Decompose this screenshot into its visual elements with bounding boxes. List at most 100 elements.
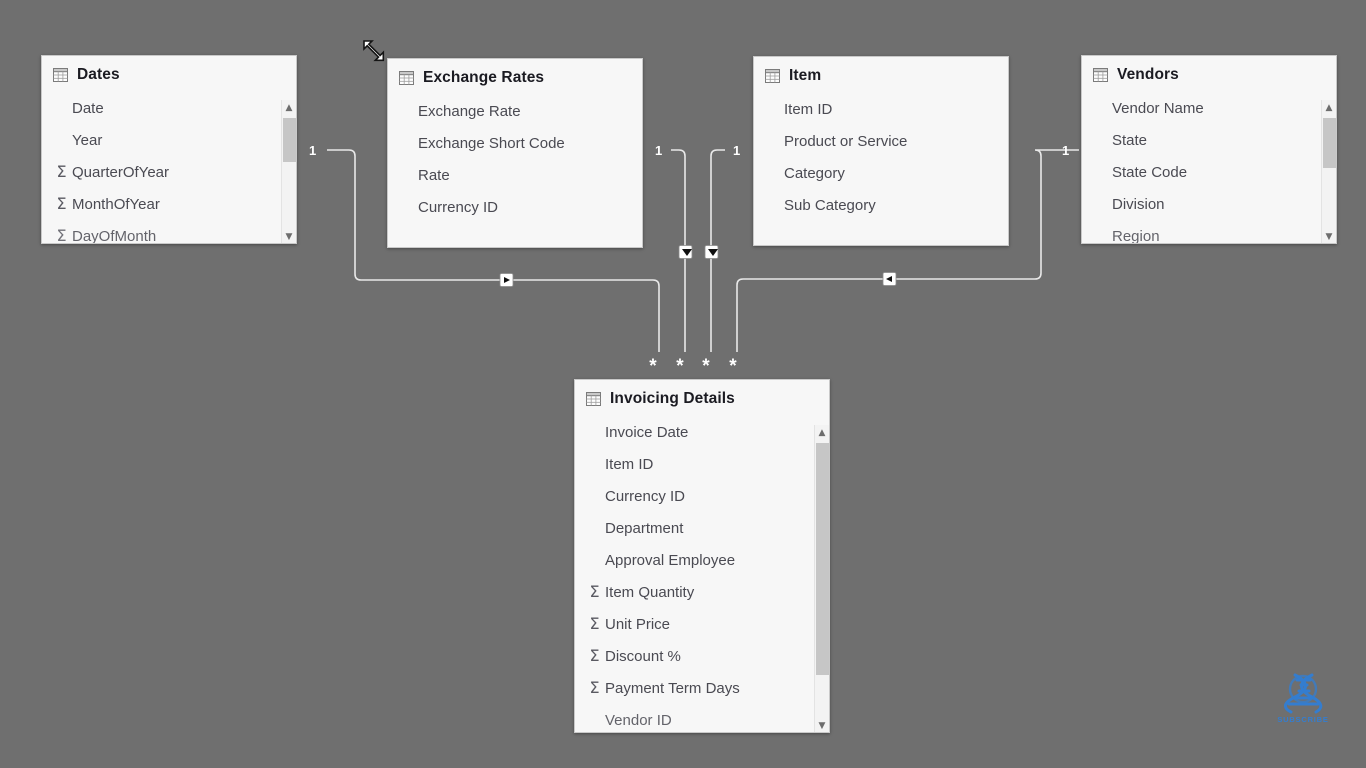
field-row[interactable]: Date <box>42 92 296 124</box>
scroll-up-icon[interactable]: ▲ <box>282 100 296 116</box>
field-row[interactable]: Σ Payment Term Days <box>575 672 829 704</box>
vertical-scrollbar-invoicing-details[interactable]: ▲ ▼ <box>814 425 829 732</box>
field-row[interactable]: Σ MonthOfYear <box>42 188 296 220</box>
table-header-item[interactable]: Item <box>754 57 1008 91</box>
table-header-invoicing-details[interactable]: Invoicing Details <box>575 380 829 414</box>
field-row[interactable]: Invoice Date <box>575 416 829 448</box>
sigma-icon: Σ <box>589 614 600 633</box>
table-card-invoicing-details[interactable]: Invoicing Details Invoice Date Item ID C… <box>574 379 830 733</box>
sigma-icon: Σ <box>589 582 600 601</box>
table-title-invoicing-details: Invoicing Details <box>610 390 735 407</box>
field-row[interactable]: Σ Discount % <box>575 640 829 672</box>
field-label: Product or Service <box>784 132 908 150</box>
table-header-exchange-rates[interactable]: Exchange Rates <box>388 59 642 93</box>
field-label: Department <box>605 519 684 537</box>
field-row[interactable]: Rate <box>388 159 642 191</box>
cardinality-one-vendors: 1 <box>1062 143 1069 158</box>
cardinality-many-vendors: * <box>729 356 737 377</box>
scroll-up-icon[interactable]: ▲ <box>815 425 829 441</box>
field-row[interactable]: Item ID <box>754 93 1008 125</box>
field-label: Exchange Short Code <box>418 134 565 152</box>
field-row[interactable]: Sub Category <box>754 189 1008 221</box>
field-row[interactable]: Approval Employee <box>575 544 829 576</box>
field-label: Approval Employee <box>605 551 736 569</box>
scroll-down-icon[interactable]: ▼ <box>282 229 296 243</box>
field-label: Sub Category <box>784 196 876 214</box>
field-row[interactable]: Exchange Short Code <box>388 127 642 159</box>
field-label: Category <box>784 164 845 182</box>
scrollbar-thumb[interactable] <box>1323 118 1336 168</box>
table-header-vendors[interactable]: Vendors <box>1082 56 1336 90</box>
scroll-up-icon[interactable]: ▲ <box>1322 100 1336 116</box>
field-label: Unit Price <box>605 615 671 633</box>
field-row[interactable]: Vendor ID <box>575 704 829 732</box>
field-row[interactable]: Vendor Name <box>1082 92 1336 124</box>
relationship-exchange-rates-to-invoicing[interactable] <box>671 149 693 352</box>
field-row[interactable]: Department <box>575 512 829 544</box>
cardinality-many-dates: * <box>649 356 657 377</box>
field-label: DayOfMonth <box>72 227 157 244</box>
field-row[interactable]: Σ Unit Price <box>575 608 829 640</box>
field-row[interactable]: Σ Item Quantity <box>575 576 829 608</box>
field-row[interactable]: Year <box>42 124 296 156</box>
vertical-scrollbar-dates[interactable]: ▲ ▼ <box>281 100 296 243</box>
field-list-item: Item ID Product or Service Category Sub … <box>754 91 1008 225</box>
field-label: Vendor Name <box>1112 99 1204 117</box>
field-label: Region <box>1112 227 1160 244</box>
field-row[interactable]: Division <box>1082 188 1336 220</box>
filter-arrow-down-exchange-rates <box>682 249 692 256</box>
field-label: Item ID <box>784 100 833 118</box>
filter-direction-marker-item[interactable] <box>704 245 719 259</box>
table-title-item: Item <box>789 67 822 84</box>
table-title-dates: Dates <box>77 66 120 83</box>
field-row[interactable]: Currency ID <box>388 191 642 223</box>
relationship-item-to-invoicing[interactable] <box>704 149 725 352</box>
field-row[interactable]: State <box>1082 124 1336 156</box>
table-card-dates[interactable]: Dates Date Year Σ QuarterOfYear Σ MonthO… <box>41 55 297 244</box>
subscribe-watermark: SUBSCRIBE <box>1270 672 1336 730</box>
field-row[interactable]: Product or Service <box>754 125 1008 157</box>
field-row[interactable]: Item ID <box>575 448 829 480</box>
table-grid-icon <box>399 71 414 85</box>
resize-nwse-cursor <box>363 40 385 62</box>
table-card-vendors[interactable]: Vendors Vendor Name State State Code Div… <box>1081 55 1337 244</box>
dna-helix-icon <box>1284 673 1323 714</box>
sigma-icon: Σ <box>56 162 67 181</box>
field-label: Currency ID <box>418 198 499 216</box>
field-label: Currency ID <box>605 487 686 505</box>
table-header-dates[interactable]: Dates <box>42 56 296 90</box>
cardinality-one-item: 1 <box>733 143 740 158</box>
scrollbar-thumb[interactable] <box>283 118 296 162</box>
field-row[interactable]: Currency ID <box>575 480 829 512</box>
sigma-icon: Σ <box>589 646 600 665</box>
field-row[interactable]: Σ QuarterOfYear <box>42 156 296 188</box>
table-card-item[interactable]: Item Item ID Product or Service Category… <box>753 56 1009 246</box>
filter-direction-marker-dates[interactable] <box>499 273 514 287</box>
filter-direction-marker-vendors[interactable] <box>882 272 897 286</box>
field-row[interactable]: Exchange Rate <box>388 95 642 127</box>
field-row[interactable]: Region <box>1082 220 1336 244</box>
table-card-exchange-rates[interactable]: Exchange Rates Exchange Rate Exchange Sh… <box>387 58 643 248</box>
table-grid-icon <box>53 68 68 82</box>
field-label: Vendor ID <box>605 711 672 729</box>
table-grid-icon <box>765 69 780 83</box>
cardinality-many-item: * <box>702 356 710 377</box>
field-label: Rate <box>418 166 450 184</box>
sigma-icon: Σ <box>56 226 67 244</box>
field-row[interactable]: Category <box>754 157 1008 189</box>
scroll-down-icon[interactable]: ▼ <box>815 718 829 732</box>
model-view-canvas[interactable]: 1 1 1 1 * * * * Dates Date Year Σ Quarte… <box>0 0 1366 768</box>
field-row[interactable]: Σ DayOfMonth <box>42 220 296 244</box>
sigma-icon: Σ <box>589 678 600 697</box>
sigma-icon: Σ <box>56 194 67 213</box>
field-row[interactable]: State Code <box>1082 156 1336 188</box>
scrollbar-thumb[interactable] <box>816 443 829 675</box>
scroll-down-icon[interactable]: ▼ <box>1322 229 1336 243</box>
vertical-scrollbar-vendors[interactable]: ▲ ▼ <box>1321 100 1336 243</box>
filter-arrow-down-item <box>708 249 718 256</box>
field-label: QuarterOfYear <box>72 163 169 181</box>
filter-direction-marker-exchange-rates[interactable] <box>678 245 693 259</box>
field-label: Payment Term Days <box>605 679 740 697</box>
field-label: Exchange Rate <box>418 102 521 120</box>
table-title-exchange-rates: Exchange Rates <box>423 69 545 86</box>
